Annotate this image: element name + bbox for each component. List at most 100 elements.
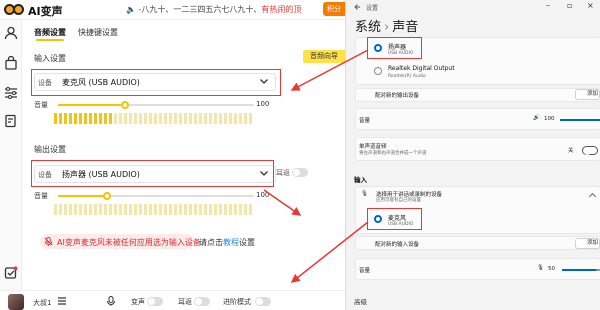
input-volume-knob[interactable]	[120, 101, 129, 109]
input-volume-label: 音量	[34, 101, 48, 109]
meter-bar	[204, 204, 207, 215]
meter-bar	[234, 113, 237, 124]
meter-bar	[149, 204, 152, 215]
notice-marquee: 🔈 -八九十、一二三四五六七八九十、有热闹的顶	[126, 4, 301, 15]
sidebar	[0, 20, 22, 290]
meter-bar	[219, 113, 222, 124]
output-volume-value: 100	[256, 191, 270, 199]
output-realtek-sub: Realtek(R) Audio	[388, 74, 426, 79]
speaker-volume-icon[interactable]: 🔊	[533, 115, 540, 121]
meter-bar	[114, 204, 117, 215]
meter-bar	[129, 113, 132, 124]
app-logo	[4, 3, 26, 16]
meter-bar	[184, 204, 187, 215]
output-volume-knob[interactable]	[103, 192, 111, 200]
meter-bar	[199, 113, 202, 124]
breadcrumb-parent[interactable]: 系统	[355, 20, 381, 35]
meter-bar	[199, 204, 202, 215]
highlight-output-device	[31, 160, 274, 187]
badge-icon[interactable]	[4, 266, 18, 280]
meter-bar	[209, 204, 212, 215]
status-footer: 大叔1 变声 耳返 进阶模式	[0, 290, 345, 310]
meter-bar	[249, 113, 252, 124]
user-icon[interactable]	[4, 26, 18, 40]
advanced-heading: 高级	[354, 298, 367, 306]
meter-bar	[179, 113, 182, 124]
output-volume-fill	[58, 195, 107, 197]
speaker-icon: 🔈	[126, 5, 136, 14]
win-input-volume-slider[interactable]	[562, 269, 600, 271]
meter-bar	[109, 113, 112, 124]
output-volume-slider[interactable]	[58, 192, 254, 200]
meter-bar	[84, 204, 87, 215]
meter-bar	[59, 113, 62, 124]
back-arrow-icon[interactable]	[354, 3, 362, 11]
mic-volume-icon[interactable]: 🎙	[537, 265, 544, 271]
tutorial-hint: 请点击教程设置	[199, 237, 255, 248]
meter-bar	[179, 204, 182, 215]
voice-change-label: 变声	[131, 298, 145, 306]
meter-bar	[164, 204, 167, 215]
bag-icon[interactable]	[4, 55, 18, 70]
meter-bar	[99, 204, 102, 215]
app-titlebar: AI变声 🔈 -八九十、一二三四五六七八九十、有热闹的顶 积分	[0, 0, 345, 20]
breadcrumb-current: 声音	[392, 20, 419, 35]
meter-bar	[139, 204, 142, 215]
close-icon[interactable]: ×	[587, 1, 594, 10]
mic-warning-banner: AI变声麦克风未被任何应用选为输入设备	[40, 234, 201, 249]
win-output-volume-fill	[560, 119, 600, 121]
mono-audio-toggle[interactable]	[582, 146, 598, 155]
username: 大叔1	[33, 299, 52, 307]
meter-bar	[59, 204, 62, 215]
edit-icon[interactable]	[4, 114, 18, 128]
meter-bar	[189, 204, 192, 215]
advanced-mode-label: 进阶模式	[223, 298, 251, 306]
meter-bar	[249, 204, 252, 215]
input-volume-slider[interactable]	[58, 101, 254, 109]
audio-guide-button[interactable]: 音频向导	[303, 50, 345, 63]
input-volume-fill	[58, 104, 125, 106]
meter-bar	[109, 204, 112, 215]
meter-bar	[214, 113, 217, 124]
highlight-input-device	[31, 69, 281, 96]
add-output-device-button[interactable]: 添加	[575, 89, 600, 100]
tab-audio-settings[interactable]: 音频设置	[34, 27, 66, 41]
output-volume-label: 音量	[34, 192, 48, 200]
menu-icon[interactable]	[57, 296, 67, 306]
sliders-icon[interactable]	[4, 86, 18, 100]
meter-bar	[54, 204, 57, 215]
meter-bar	[64, 113, 67, 124]
voice-changer-app: AI变声 🔈 -八九十、一二三四五六七八九十、有热闹的顶 积分 音频设置 快捷键…	[0, 0, 345, 310]
minimize-icon[interactable]: –	[546, 1, 550, 10]
points-button[interactable]: 积分	[323, 2, 345, 16]
meter-bar	[124, 204, 127, 215]
voice-change-toggle[interactable]	[147, 297, 163, 306]
footer-monitor-toggle[interactable]	[194, 297, 210, 306]
output-realtek-radio[interactable]	[374, 67, 382, 75]
win-output-volume-slider[interactable]	[560, 119, 600, 121]
mic-icon-win: 🎙	[361, 191, 368, 197]
meter-bar	[74, 113, 77, 124]
add-input-device-button[interactable]: 添加	[575, 238, 600, 249]
tutorial-link[interactable]: 教程	[223, 238, 239, 247]
choose-input-sub: 应用可能有自己的设置	[376, 198, 421, 203]
meter-bar	[79, 113, 82, 124]
pair-input-label: 配对新的输入设备	[375, 242, 420, 248]
meter-bar	[184, 113, 187, 124]
tutorial-suffix: 设置	[239, 238, 255, 247]
avatar[interactable]	[8, 294, 24, 310]
meter-bar	[79, 204, 82, 215]
meter-bar	[99, 113, 102, 124]
meter-bar	[154, 113, 157, 124]
output-realtek-name: Realtek Digital Output	[388, 65, 455, 72]
tab-hotkey-settings[interactable]: 快捷键设置	[78, 27, 118, 38]
meter-bar	[154, 204, 157, 215]
meter-bar	[129, 204, 132, 215]
advanced-mode-toggle[interactable]	[255, 297, 271, 306]
input-volume-label-win: 音量	[359, 268, 371, 274]
meter-bar	[244, 113, 247, 124]
maximize-icon[interactable]: ▫	[567, 1, 572, 10]
meter-bar	[204, 113, 207, 124]
meter-bar	[169, 113, 172, 124]
monitor-toggle[interactable]	[292, 168, 308, 177]
